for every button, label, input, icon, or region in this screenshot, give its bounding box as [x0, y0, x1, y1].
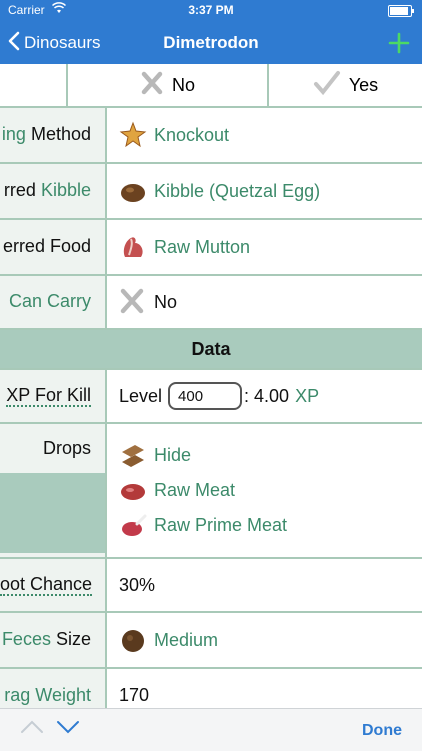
drop-item-raw-meat[interactable]: Raw Meat — [119, 473, 235, 508]
feces-icon — [119, 626, 147, 654]
drops-list: Hide Raw Meat Raw Prime Meat — [107, 424, 422, 557]
option-no[interactable]: No — [68, 64, 269, 106]
preferred-kibble-row[interactable]: rred Kibble Kibble (Quetzal Egg) — [0, 164, 422, 220]
feces-size-row[interactable]: Feces Size Medium — [0, 613, 422, 669]
drops-label: Drops — [42, 438, 91, 458]
knockout-icon — [119, 121, 147, 149]
xp-for-kill-row: XP For Kill Level : 4.00 XP — [0, 370, 422, 424]
preferred-food-value: Raw Mutton — [154, 236, 251, 257]
page-title: Dimetrodon — [163, 33, 259, 52]
add-button[interactable] — [388, 24, 410, 60]
previous-field-button[interactable] — [20, 719, 44, 740]
option-no-label: No — [171, 74, 195, 95]
taming-method-row[interactable]: ing Method Knockout — [0, 108, 422, 164]
hide-icon — [119, 442, 147, 470]
can-carry-value: No — [154, 291, 178, 312]
taming-method-label: ing Method — [0, 108, 107, 162]
xp-for-kill-label: XP For Kill — [0, 370, 107, 422]
raw-prime-meat-icon — [119, 512, 147, 540]
chevron-down-icon — [57, 721, 79, 734]
keyboard-toolbar: Done — [0, 708, 422, 751]
loot-chance-value: 30% — [119, 574, 156, 595]
loot-chance-row: oot Chance 30% — [0, 559, 422, 613]
drop-item-label: Hide — [154, 445, 192, 465]
option-yes-label: Yes — [348, 74, 379, 95]
section-header-data: Data — [0, 330, 422, 370]
feces-size-value: Medium — [154, 629, 219, 650]
preferred-kibble-value: Kibble (Quetzal Egg) — [154, 180, 321, 201]
drop-item-raw-prime-meat[interactable]: Raw Prime Meat — [119, 508, 287, 543]
raw-meat-icon — [119, 477, 147, 505]
xp-result: : 4.00 — [244, 385, 290, 406]
navigation-bar: Dinosaurs Dimetrodon — [0, 20, 422, 64]
yes-no-row: No Yes — [0, 64, 422, 108]
x-mark-icon — [119, 288, 147, 316]
next-field-button[interactable] — [56, 719, 80, 740]
drops-label-cell: Drops — [0, 424, 107, 557]
status-time: 3:37 PM — [188, 3, 234, 17]
level-label: Level — [119, 385, 163, 406]
drop-item-label: Raw Prime Meat — [154, 515, 288, 535]
status-bar: Carrier 3:37 PM — [0, 0, 422, 20]
preferred-food-label: erred Food — [0, 220, 107, 274]
drops-row: Drops Hide Raw Meat Raw Prime Meat — [0, 424, 422, 559]
x-mark-icon — [140, 71, 164, 100]
battery-icon — [388, 5, 414, 17]
can-carry-label: Can Carry — [0, 276, 107, 328]
feces-size-label: Feces Size — [0, 613, 107, 667]
option-yes[interactable]: Yes — [269, 64, 422, 106]
drop-item-hide[interactable]: Hide — [119, 438, 191, 473]
drop-item-label: Raw Meat — [154, 480, 236, 500]
chevron-up-icon — [21, 720, 43, 733]
kibble-icon — [119, 177, 147, 205]
checkmark-icon — [313, 70, 341, 101]
can-carry-row: Can Carry No — [0, 276, 422, 330]
xp-unit: XP — [295, 385, 320, 406]
taming-method-value: Knockout — [154, 124, 230, 145]
level-input[interactable] — [168, 382, 243, 410]
loot-chance-label: oot Chance — [0, 559, 107, 611]
preferred-kibble-label: rred Kibble — [0, 164, 107, 218]
done-button[interactable]: Done — [362, 722, 402, 740]
detail-table: No Yes ing Method Knockout rred Kibble K… — [0, 64, 422, 721]
preferred-food-row[interactable]: erred Food Raw Mutton — [0, 220, 422, 276]
raw-mutton-icon — [119, 233, 147, 261]
plus-icon — [388, 32, 410, 54]
